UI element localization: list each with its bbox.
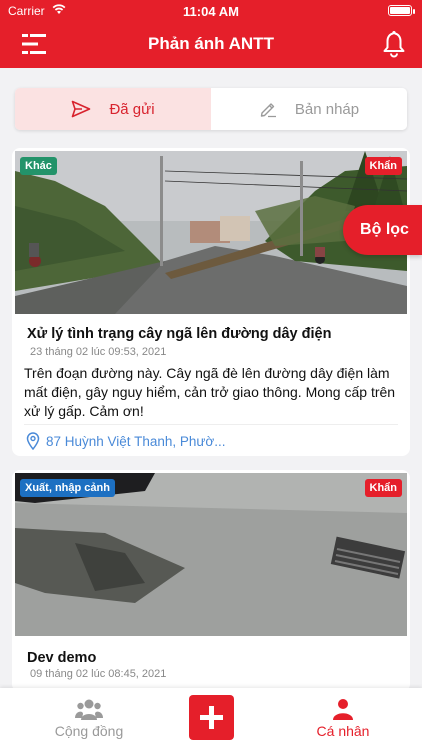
filter-button[interactable]: Bộ lọc [343,205,422,255]
battery-tip [413,9,415,14]
report-title: Dev demo [27,650,97,666]
nav-community[interactable]: Cộng đồng [29,698,149,739]
category-badge: Khác [20,157,57,175]
report-card[interactable]: Khác Khẩn Xử lý tình trạng cây ngã lên đ… [12,148,410,456]
report-date: 09 tháng 02 lúc 08:45, 2021 [30,668,167,680]
location-pin-icon [26,432,40,450]
bell-icon [383,31,405,58]
report-description: Trên đoạn đường này. Cây ngã đè lên đườn… [24,365,396,419]
urgency-badge: Khẩn [364,479,402,497]
app-header: Carrier 11:04 AM Phản ánh ANTT [0,0,422,68]
report-photo: Xuất, nhập cảnh Khẩn [15,473,407,636]
category-badge: Xuất, nhập cảnh [20,479,115,497]
urgency-badge: Khẩn [364,157,402,175]
community-icon [75,699,103,720]
add-report-button[interactable] [189,695,234,740]
nav-profile-label: Cá nhân [316,723,370,739]
battery-icon [388,5,412,16]
tab-draft[interactable]: Bản nháp [211,88,407,130]
nav-profile[interactable]: Cá nhân [283,698,403,739]
status-bar: Carrier 11:04 AM [0,0,422,22]
report-date: 23 tháng 02 lúc 09:53, 2021 [30,346,167,358]
tab-sent[interactable]: Đã gửi [15,88,211,130]
tab-draft-label: Bản nháp [294,100,360,118]
clock: 11:04 AM [183,4,239,19]
edit-icon [260,103,276,118]
report-address-text: 87 Huỳnh Việt Thanh, Phườ... [46,433,226,449]
report-tabs: Đã gửi Bản nháp [15,88,407,130]
report-card[interactable]: Xuất, nhập cảnh Khẩn Dev demo 09 tháng 0… [12,470,410,692]
tab-sent-label: Đã gửi [109,100,155,118]
page-title: Phản ánh ANTT [148,34,274,53]
person-icon [333,699,353,720]
divider [24,424,398,425]
nav-community-label: Cộng đồng [54,723,124,739]
report-title: Xử lý tình trạng cây ngã lên đường dây đ… [27,326,332,342]
send-icon [72,100,91,118]
report-address[interactable]: 87 Huỳnh Việt Thanh, Phườ... [26,432,226,450]
notification-button[interactable] [382,30,406,58]
